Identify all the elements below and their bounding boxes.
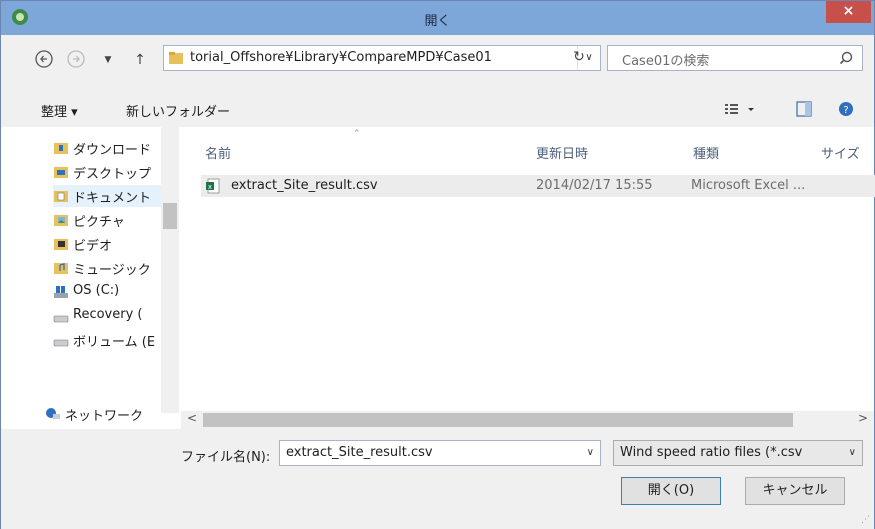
network-icon [46, 408, 60, 419]
view-options-button[interactable] [723, 100, 759, 122]
preview-pane-icon [796, 101, 812, 117]
pictures-folder-icon [54, 215, 68, 226]
sidebar-item-label: ビデオ [73, 239, 113, 254]
new-folder-button[interactable]: 新しいフォルダー [126, 101, 230, 120]
view-list-icon [725, 104, 754, 114]
up-arrow-icon: ↑ [134, 52, 146, 68]
file-modified: 2014/02/17 15:55 [536, 178, 653, 193]
organize-menu[interactable]: 整理 ▾ [41, 101, 78, 120]
help-icon: ? [839, 102, 853, 116]
filename-value[interactable]: extract_Site_result.csv [286, 445, 433, 460]
table-row[interactable]: x extract_Site_result.csv 2014/02/17 15:… [201, 175, 875, 197]
download-folder-icon [54, 143, 68, 154]
forward-arrow-icon [67, 50, 85, 68]
sidebar-item-label: ドキュメント [73, 191, 152, 206]
refresh-button[interactable]: ↻ [567, 49, 591, 69]
chevron-down-icon: ∨ [848, 447, 856, 458]
chevron-down-icon: ▼ [104, 55, 112, 65]
address-path: torial_Offshore¥Library¥CompareMPD¥Case0… [190, 50, 492, 65]
command-bar: 整理 ▾ 新しいフォルダー ? [1, 93, 874, 127]
file-name: extract_Site_result.csv [231, 178, 378, 193]
drive-icon [53, 339, 69, 347]
sidebar-item-label: ピクチャ [73, 215, 125, 230]
address-bar[interactable]: torial_Offshore¥Library¥CompareMPD¥Case0… [163, 45, 601, 71]
search-icon [839, 51, 853, 65]
cancel-button[interactable]: キャンセル [745, 477, 845, 505]
scroll-left-icon[interactable]: < [187, 411, 197, 425]
sidebar-item-label: ダウンロード [73, 143, 152, 158]
folder-icon [169, 52, 183, 64]
sidebar-item-label: ネットワーク [65, 409, 144, 424]
sidebar-scrollbar[interactable] [161, 127, 179, 413]
dialog-footer: ファイル名(N): extract_Site_result.csv ∨ Wind… [1, 429, 874, 529]
sort-ascending-icon: ⌃ [353, 129, 361, 139]
filetype-value: Wind speed ratio files (*.csv [620, 445, 803, 460]
svg-text:?: ? [843, 105, 848, 116]
up-button[interactable]: ↑ [129, 49, 151, 71]
close-button[interactable]: × [826, 1, 871, 23]
open-button[interactable]: 開く(O) [621, 477, 721, 505]
navigation-pane: ダウンロード デスクトップ ドキュメント ピクチャ ビデオ ミュージック OS … [1, 127, 181, 424]
column-header-name[interactable]: 名前 [205, 143, 231, 162]
excel-file-icon: x [206, 178, 220, 194]
window-title: 開く [424, 14, 451, 29]
drive-icon [53, 315, 69, 323]
horizontal-scroll-thumb[interactable] [203, 413, 793, 427]
os-drive-icon [54, 286, 68, 298]
file-type: Microsoft Excel ... [691, 178, 806, 193]
resize-grip-icon[interactable]: ⋰ [861, 515, 870, 525]
help-button[interactable]: ? [837, 100, 855, 122]
forward-button[interactable] [65, 49, 87, 71]
content-area: ダウンロード デスクトップ ドキュメント ピクチャ ビデオ ミュージック OS … [1, 127, 875, 429]
open-file-dialog: 開く × ▼ ↑ torial_Offshore¥Library¥Compare… [0, 0, 875, 529]
desktop-folder-icon [54, 167, 68, 178]
refresh-icon: ↻ [573, 49, 585, 65]
filename-label: ファイル名(N): [181, 450, 271, 465]
title-bar: 開く × [1, 1, 874, 35]
svg-text:x: x [208, 183, 212, 191]
sidebar-item-documents[interactable]: ドキュメント [53, 185, 161, 207]
column-header-modified[interactable]: 更新日時 [536, 143, 588, 162]
sidebar-item-label: OS (C:) [73, 283, 120, 298]
file-list: 名前 更新日時 種類 サイズ ⌃ x extract_Site_result.c… [181, 127, 875, 413]
search-input[interactable]: Case01の検索 [622, 50, 709, 69]
back-button[interactable] [33, 49, 55, 71]
back-arrow-icon [35, 50, 53, 68]
column-header-type[interactable]: 種類 [693, 143, 719, 162]
chevron-down-icon[interactable]: ∨ [587, 447, 594, 458]
search-box[interactable]: Case01の検索 [607, 45, 863, 71]
sidebar-item-label: Recovery ( [73, 307, 143, 322]
scroll-right-icon[interactable]: > [858, 411, 868, 425]
filetype-select[interactable]: Wind speed ratio files (*.csv ∨ [613, 440, 863, 466]
navigation-bar: ▼ ↑ torial_Offshore¥Library¥CompareMPD¥C… [1, 35, 874, 93]
sidebar-item-label: デスクトップ [73, 167, 152, 182]
filename-field[interactable]: extract_Site_result.csv ∨ [279, 440, 601, 466]
music-folder-icon [54, 263, 68, 274]
sidebar-scroll-thumb[interactable] [163, 203, 177, 229]
recent-locations-dropdown[interactable]: ▼ [97, 49, 119, 71]
documents-folder-icon [54, 191, 68, 202]
sidebar-item-label: ボリューム (E [73, 335, 156, 350]
preview-pane-button[interactable] [795, 100, 813, 122]
horizontal-scrollbar[interactable]: < > [181, 411, 874, 429]
sidebar-item-label: ミュージック [73, 263, 151, 278]
videos-folder-icon [54, 239, 68, 250]
column-header-size[interactable]: サイズ [821, 143, 860, 162]
